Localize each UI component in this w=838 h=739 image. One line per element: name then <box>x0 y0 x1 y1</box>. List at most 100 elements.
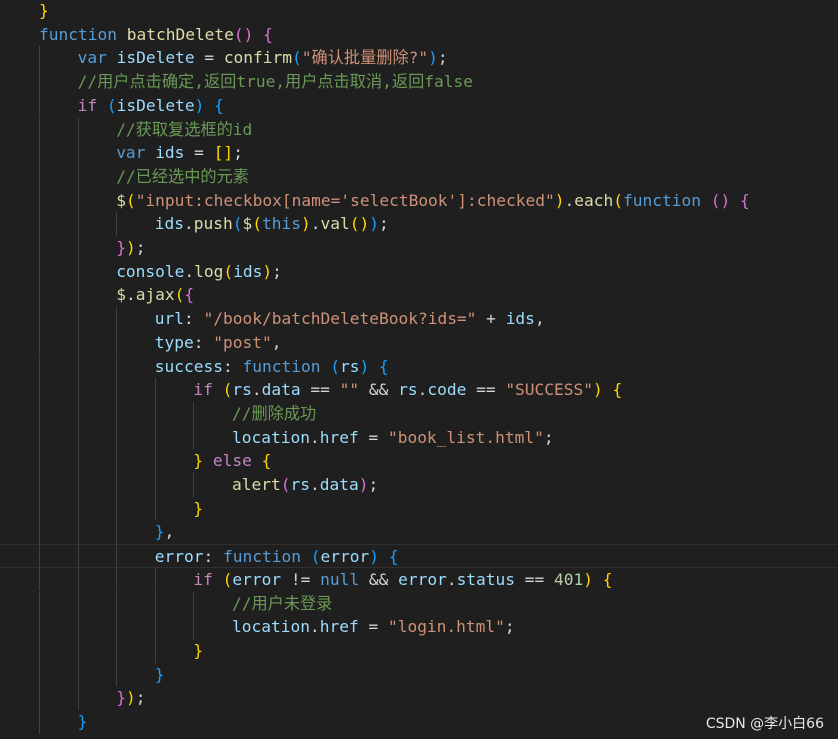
code-line[interactable]: url: "/book/batchDeleteBook?ids=" + ids, <box>0 307 838 331</box>
code-token: ids <box>155 143 185 163</box>
indent-guide <box>77 615 79 639</box>
code-token: = <box>194 48 224 68</box>
code-token: != <box>281 569 321 589</box>
code-line[interactable]: $("input:checkbox[name='selectBook']:che… <box>0 189 838 213</box>
code-token: { <box>739 190 750 210</box>
code-token: location <box>232 617 310 637</box>
code-line[interactable]: //用户未登录 <box>0 592 838 616</box>
code-token: ) <box>428 48 438 68</box>
indent-guide <box>116 662 118 687</box>
code-token: rs <box>232 380 252 400</box>
code-line[interactable]: //删除成功 <box>0 402 838 426</box>
indent-guide <box>116 330 118 355</box>
code-token: ) <box>301 214 311 234</box>
code-token: ) <box>125 238 136 257</box>
code-line[interactable]: error: function (error) { <box>0 544 838 568</box>
code-line[interactable]: } <box>0 663 838 687</box>
code-line[interactable]: console.log(ids); <box>0 260 838 284</box>
code-line[interactable]: function batchDelete() { <box>0 23 838 47</box>
indent-guide <box>116 638 118 663</box>
indent-guide <box>39 141 40 165</box>
indent-guide <box>154 473 156 497</box>
code-token: } <box>193 498 204 518</box>
code-line[interactable]: //获取复选框的id <box>0 118 838 142</box>
code-line[interactable]: var ids = []; <box>0 141 838 165</box>
code-line[interactable]: }); <box>0 236 838 260</box>
indent-guide <box>116 473 118 497</box>
code-token: { <box>602 569 613 589</box>
code-line[interactable]: } <box>0 639 838 663</box>
code-token: rs <box>398 380 418 400</box>
code-line[interactable]: alert(rs.data); <box>0 473 838 497</box>
code-token: isDelete <box>116 48 195 68</box>
indent-guide <box>154 401 156 426</box>
code-token: href <box>319 617 359 637</box>
code-token: : <box>223 356 243 376</box>
code-line[interactable]: }, <box>0 520 838 544</box>
code-token: type <box>154 332 194 352</box>
code-token: () <box>349 214 370 234</box>
indent-guide <box>193 591 195 616</box>
code-token: : <box>193 332 214 352</box>
code-token: = <box>358 427 388 447</box>
indent-guide <box>116 354 118 379</box>
code-token: "login.html" <box>387 617 505 637</box>
code-line[interactable]: if (rs.data == "" && rs.code == "SUCCESS… <box>0 378 838 402</box>
indent-guide <box>39 425 40 450</box>
code-token: ( <box>125 190 136 210</box>
code-editor[interactable]: } function batchDelete() {var isDelete = … <box>0 0 838 739</box>
code-token: ( <box>330 356 340 376</box>
code-token: ( <box>222 380 233 400</box>
code-line[interactable]: location.href = "book_list.html"; <box>0 426 838 450</box>
code-line[interactable]: if (isDelete) { <box>0 94 838 118</box>
indent-guide <box>116 401 118 426</box>
indent-guide <box>77 662 79 687</box>
indent-guide <box>154 615 156 639</box>
code-token: push <box>193 214 233 234</box>
indent-guide <box>39 638 40 663</box>
code-line[interactable]: var isDelete = confirm("确认批量删除?"); <box>0 46 838 70</box>
code-line[interactable]: //已经选中的元素 <box>0 165 838 189</box>
code-token: $ <box>116 285 126 305</box>
code-line[interactable]: location.href = "login.html"; <box>0 615 838 639</box>
code-line[interactable]: ids.push($(this).val()); <box>0 212 838 236</box>
code-line[interactable]: $.ajax({ <box>0 283 838 307</box>
code-token: == <box>300 380 340 400</box>
code-line[interactable]: } <box>0 0 838 23</box>
code-line[interactable]: success: function (rs) { <box>0 355 838 379</box>
code-line[interactable]: if (error != null && error.status == 401… <box>0 568 838 592</box>
code-token: { <box>261 451 272 471</box>
code-token: function <box>623 190 701 210</box>
code-token: ) <box>554 190 565 210</box>
indent-guide <box>77 117 79 142</box>
code-line[interactable]: } else { <box>0 449 838 473</box>
code-token: //获取复选框的id <box>116 119 253 139</box>
indent-guide <box>116 520 118 545</box>
code-line[interactable]: type: "post", <box>0 331 838 355</box>
indent-guide <box>77 307 79 331</box>
indent-guide <box>77 283 79 308</box>
indent-guide <box>154 425 156 450</box>
code-line[interactable]: } <box>0 497 838 521</box>
indent-guide <box>39 496 40 521</box>
code-token: . <box>309 427 320 447</box>
indent-guide <box>39 117 40 142</box>
code-token: ; <box>543 427 554 447</box>
code-token: { <box>263 24 273 44</box>
code-line[interactable]: }); <box>0 686 838 710</box>
indent-guide <box>116 567 118 592</box>
code-token: "SUCCESS" <box>505 380 594 400</box>
code-token: ) <box>194 95 205 115</box>
code-token: error <box>398 569 447 589</box>
code-token: ) <box>262 261 273 281</box>
code-token: && <box>359 569 399 589</box>
code-token: ids <box>233 261 263 281</box>
code-line[interactable]: //用户点击确定,返回true,用户点击取消,返回false <box>0 70 838 94</box>
indent-guide <box>154 638 156 663</box>
